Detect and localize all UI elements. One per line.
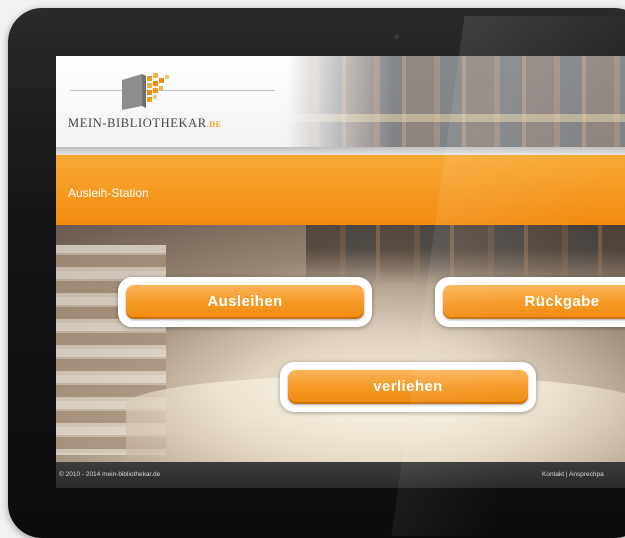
footer-separator: | [565, 471, 568, 478]
return-button-frame: Rückgabe [435, 277, 625, 327]
lent-button-frame: verliehen [280, 362, 536, 412]
main-area: Ausleihen Rückgabe verliehen [56, 225, 625, 462]
webcam-icon [394, 34, 399, 39]
laptop-frame: MEIN-BIBLIOTHEKAR.DE Ausleih-Station Aus… [8, 8, 625, 538]
background-books-image [306, 225, 625, 285]
copyright-text: © 2010 - 2014 mein-bibliothekar.de [59, 471, 161, 478]
station-title: Ausleih-Station [68, 186, 149, 200]
footer-links: Kontakt | Ansprechpa [542, 471, 604, 478]
site-footer: © 2010 - 2014 mein-bibliothekar.de Konta… [56, 462, 625, 488]
site-header: MEIN-BIBLIOTHEKAR.DE [56, 56, 625, 147]
contact-link[interactable]: Kontakt [542, 471, 564, 478]
lend-button[interactable]: Ausleihen [126, 285, 364, 319]
return-button[interactable]: Rückgabe [443, 285, 625, 319]
header-divider [56, 147, 625, 155]
logo-main-text: MEIN-BIBLIOTHEKAR [68, 116, 207, 130]
logo-suffix-text: .DE [206, 120, 222, 129]
screen: MEIN-BIBLIOTHEKAR.DE Ausleih-Station Aus… [56, 56, 625, 488]
lent-items-button[interactable]: verliehen [288, 370, 528, 404]
logo-wordmark: MEIN-BIBLIOTHEKAR.DE [68, 116, 222, 131]
book-logo-icon [122, 73, 169, 110]
contact-person-link[interactable]: Ansprechpa [569, 471, 604, 478]
header-bookshelf-image [286, 56, 625, 147]
lend-button-frame: Ausleihen [118, 277, 372, 327]
